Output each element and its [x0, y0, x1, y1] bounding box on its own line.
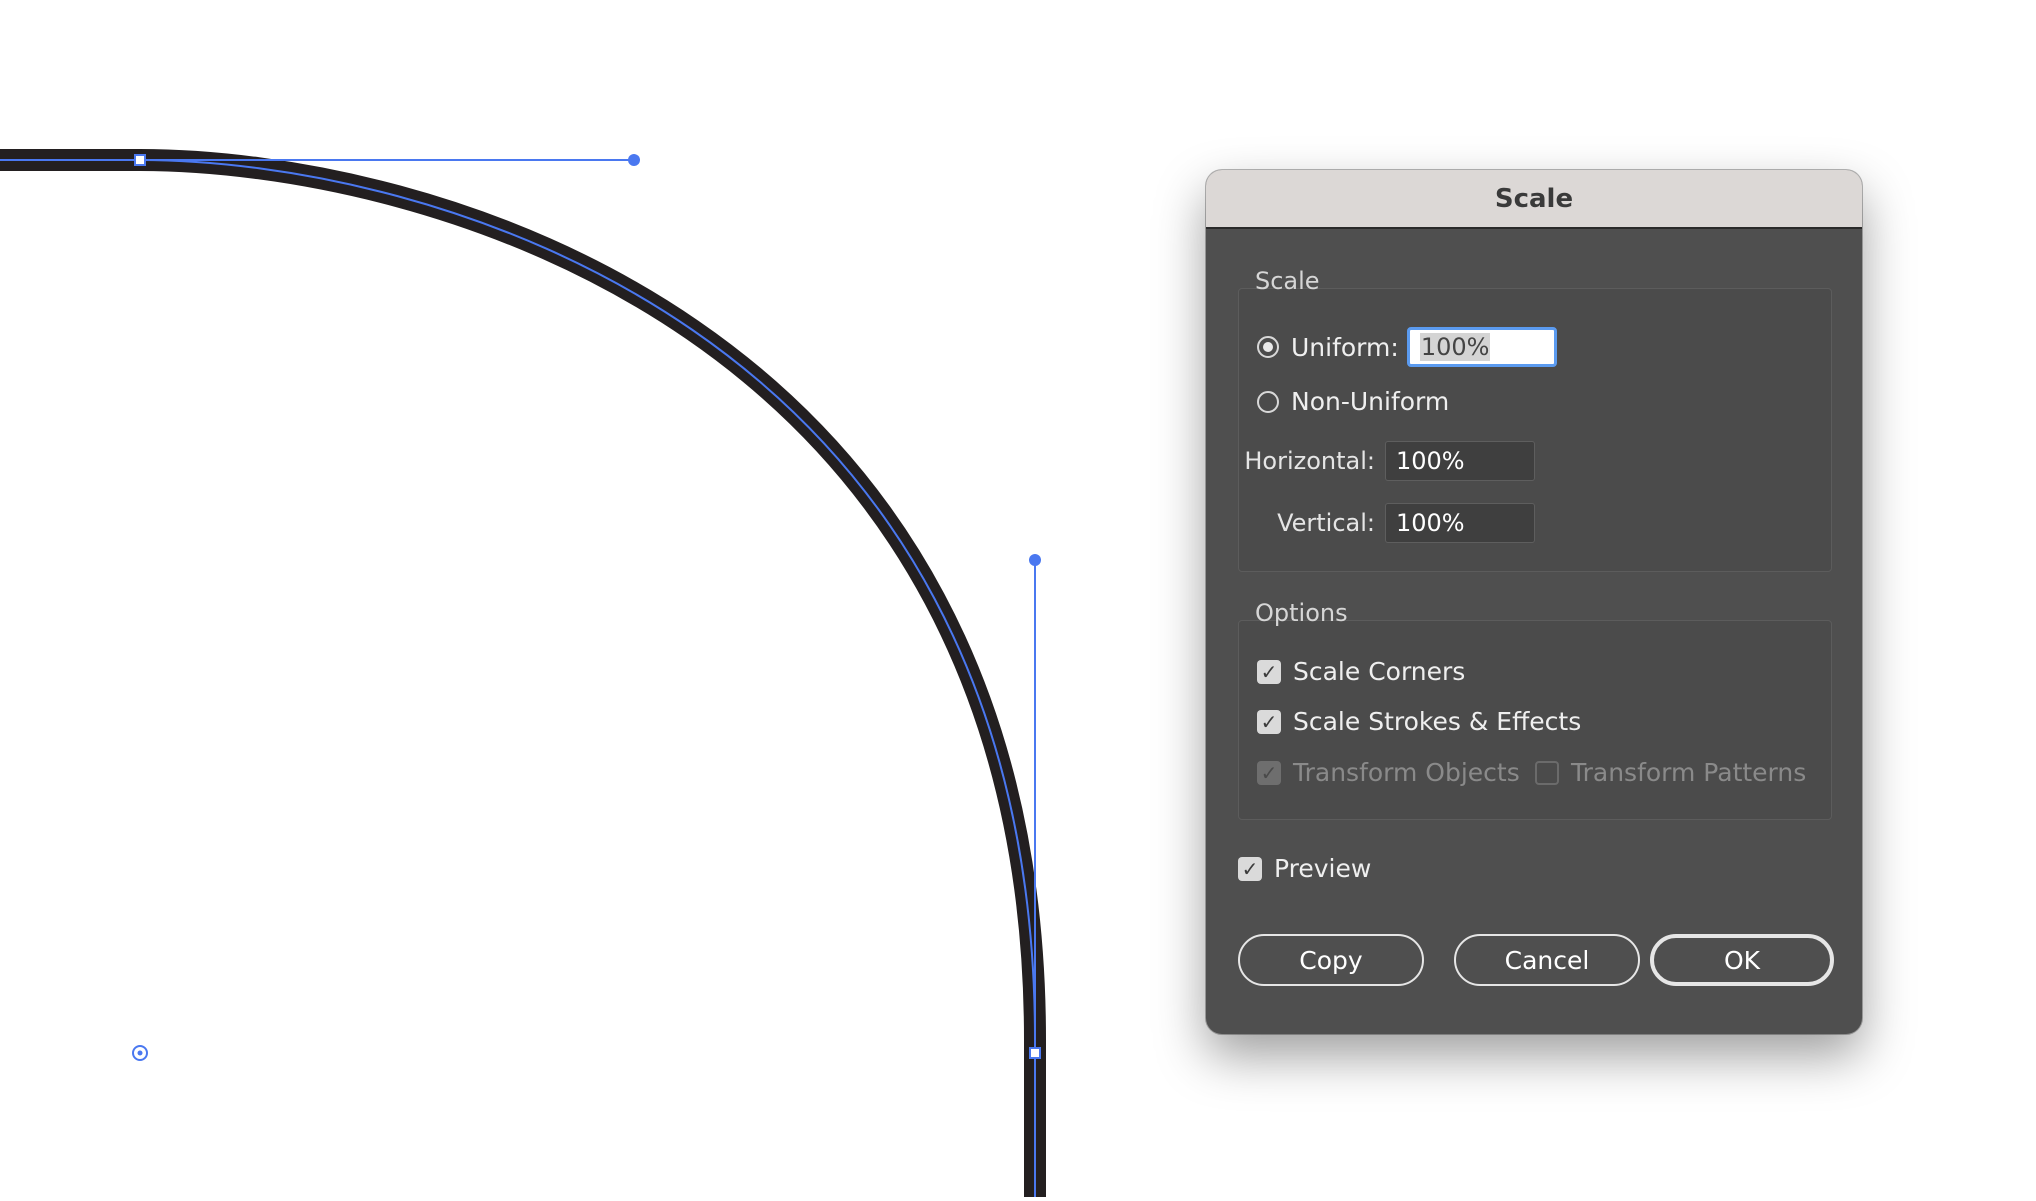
transform-objects-label: Transform Objects [1293, 758, 1520, 787]
radio-selected-icon[interactable] [1257, 336, 1279, 358]
scale-corners-label[interactable]: Scale Corners [1293, 657, 1465, 686]
scale-strokes-label[interactable]: Scale Strokes & Effects [1293, 707, 1581, 736]
vertical-row: Vertical: 100% [1239, 503, 1535, 543]
scale-group-legend: Scale [1255, 267, 1320, 295]
scale-strokes-checkbox[interactable]: ✓ [1257, 709, 1281, 734]
anchor-point-icon[interactable] [1029, 1047, 1041, 1059]
radio-unselected-icon[interactable] [1257, 390, 1279, 413]
bezier-handle-icon[interactable] [1029, 554, 1041, 566]
vertical-value: 100% [1396, 509, 1465, 537]
reference-point-center [137, 1050, 143, 1056]
preview-row: ✓ Preview [1238, 854, 1371, 883]
horizontal-input[interactable]: 100% [1385, 441, 1535, 481]
uniform-row: Uniform: 100% [1257, 327, 1557, 367]
anchor-point-icon[interactable] [134, 154, 146, 166]
vertical-input[interactable]: 100% [1385, 503, 1535, 543]
uniform-input[interactable]: 100% [1406, 327, 1557, 367]
scale-corners-checkbox[interactable]: ✓ [1257, 659, 1281, 684]
transform-patterns-label: Transform Patterns [1571, 758, 1807, 787]
preview-checkbox[interactable]: ✓ [1238, 856, 1262, 881]
uniform-value: 100% [1419, 333, 1491, 361]
preview-label[interactable]: Preview [1274, 854, 1371, 883]
vertical-label: Vertical: [1277, 509, 1375, 537]
transform-objects-checkbox: ✓ [1257, 760, 1281, 785]
horizontal-value: 100% [1396, 447, 1465, 475]
transform-objects-row: ✓ Transform Objects [1257, 758, 1520, 787]
dialog-titlebar[interactable]: Scale [1206, 170, 1862, 229]
uniform-label[interactable]: Uniform: [1291, 333, 1399, 362]
scale-dialog: Scale Scale Uniform: 100% Non-Uniform Ho… [1206, 170, 1862, 1034]
non-uniform-label[interactable]: Non-Uniform [1291, 387, 1449, 416]
bezier-handle-icon[interactable] [628, 154, 640, 166]
dialog-title: Scale [1494, 183, 1574, 214]
options-group-legend: Options [1255, 599, 1348, 627]
selected-path-stroke[interactable] [0, 149, 1046, 1197]
transform-patterns-checkbox [1535, 760, 1559, 785]
ok-button[interactable]: OK [1650, 934, 1834, 986]
cancel-button[interactable]: Cancel [1454, 934, 1640, 986]
scale-corners-row: ✓ Scale Corners [1257, 657, 1465, 686]
transform-patterns-row: Transform Patterns [1535, 758, 1806, 787]
scale-strokes-row: ✓ Scale Strokes & Effects [1257, 707, 1581, 736]
path-selection-outline [0, 159, 1036, 1197]
copy-button[interactable]: Copy [1238, 934, 1424, 986]
options-group: Options ✓ Scale Corners ✓ Scale Strokes … [1238, 599, 1832, 820]
horizontal-row: Horizontal: 100% [1239, 441, 1535, 481]
non-uniform-row: Non-Uniform [1257, 387, 1449, 416]
scale-group: Scale Uniform: 100% Non-Uniform Horizont… [1238, 267, 1832, 572]
horizontal-label: Horizontal: [1244, 447, 1375, 475]
